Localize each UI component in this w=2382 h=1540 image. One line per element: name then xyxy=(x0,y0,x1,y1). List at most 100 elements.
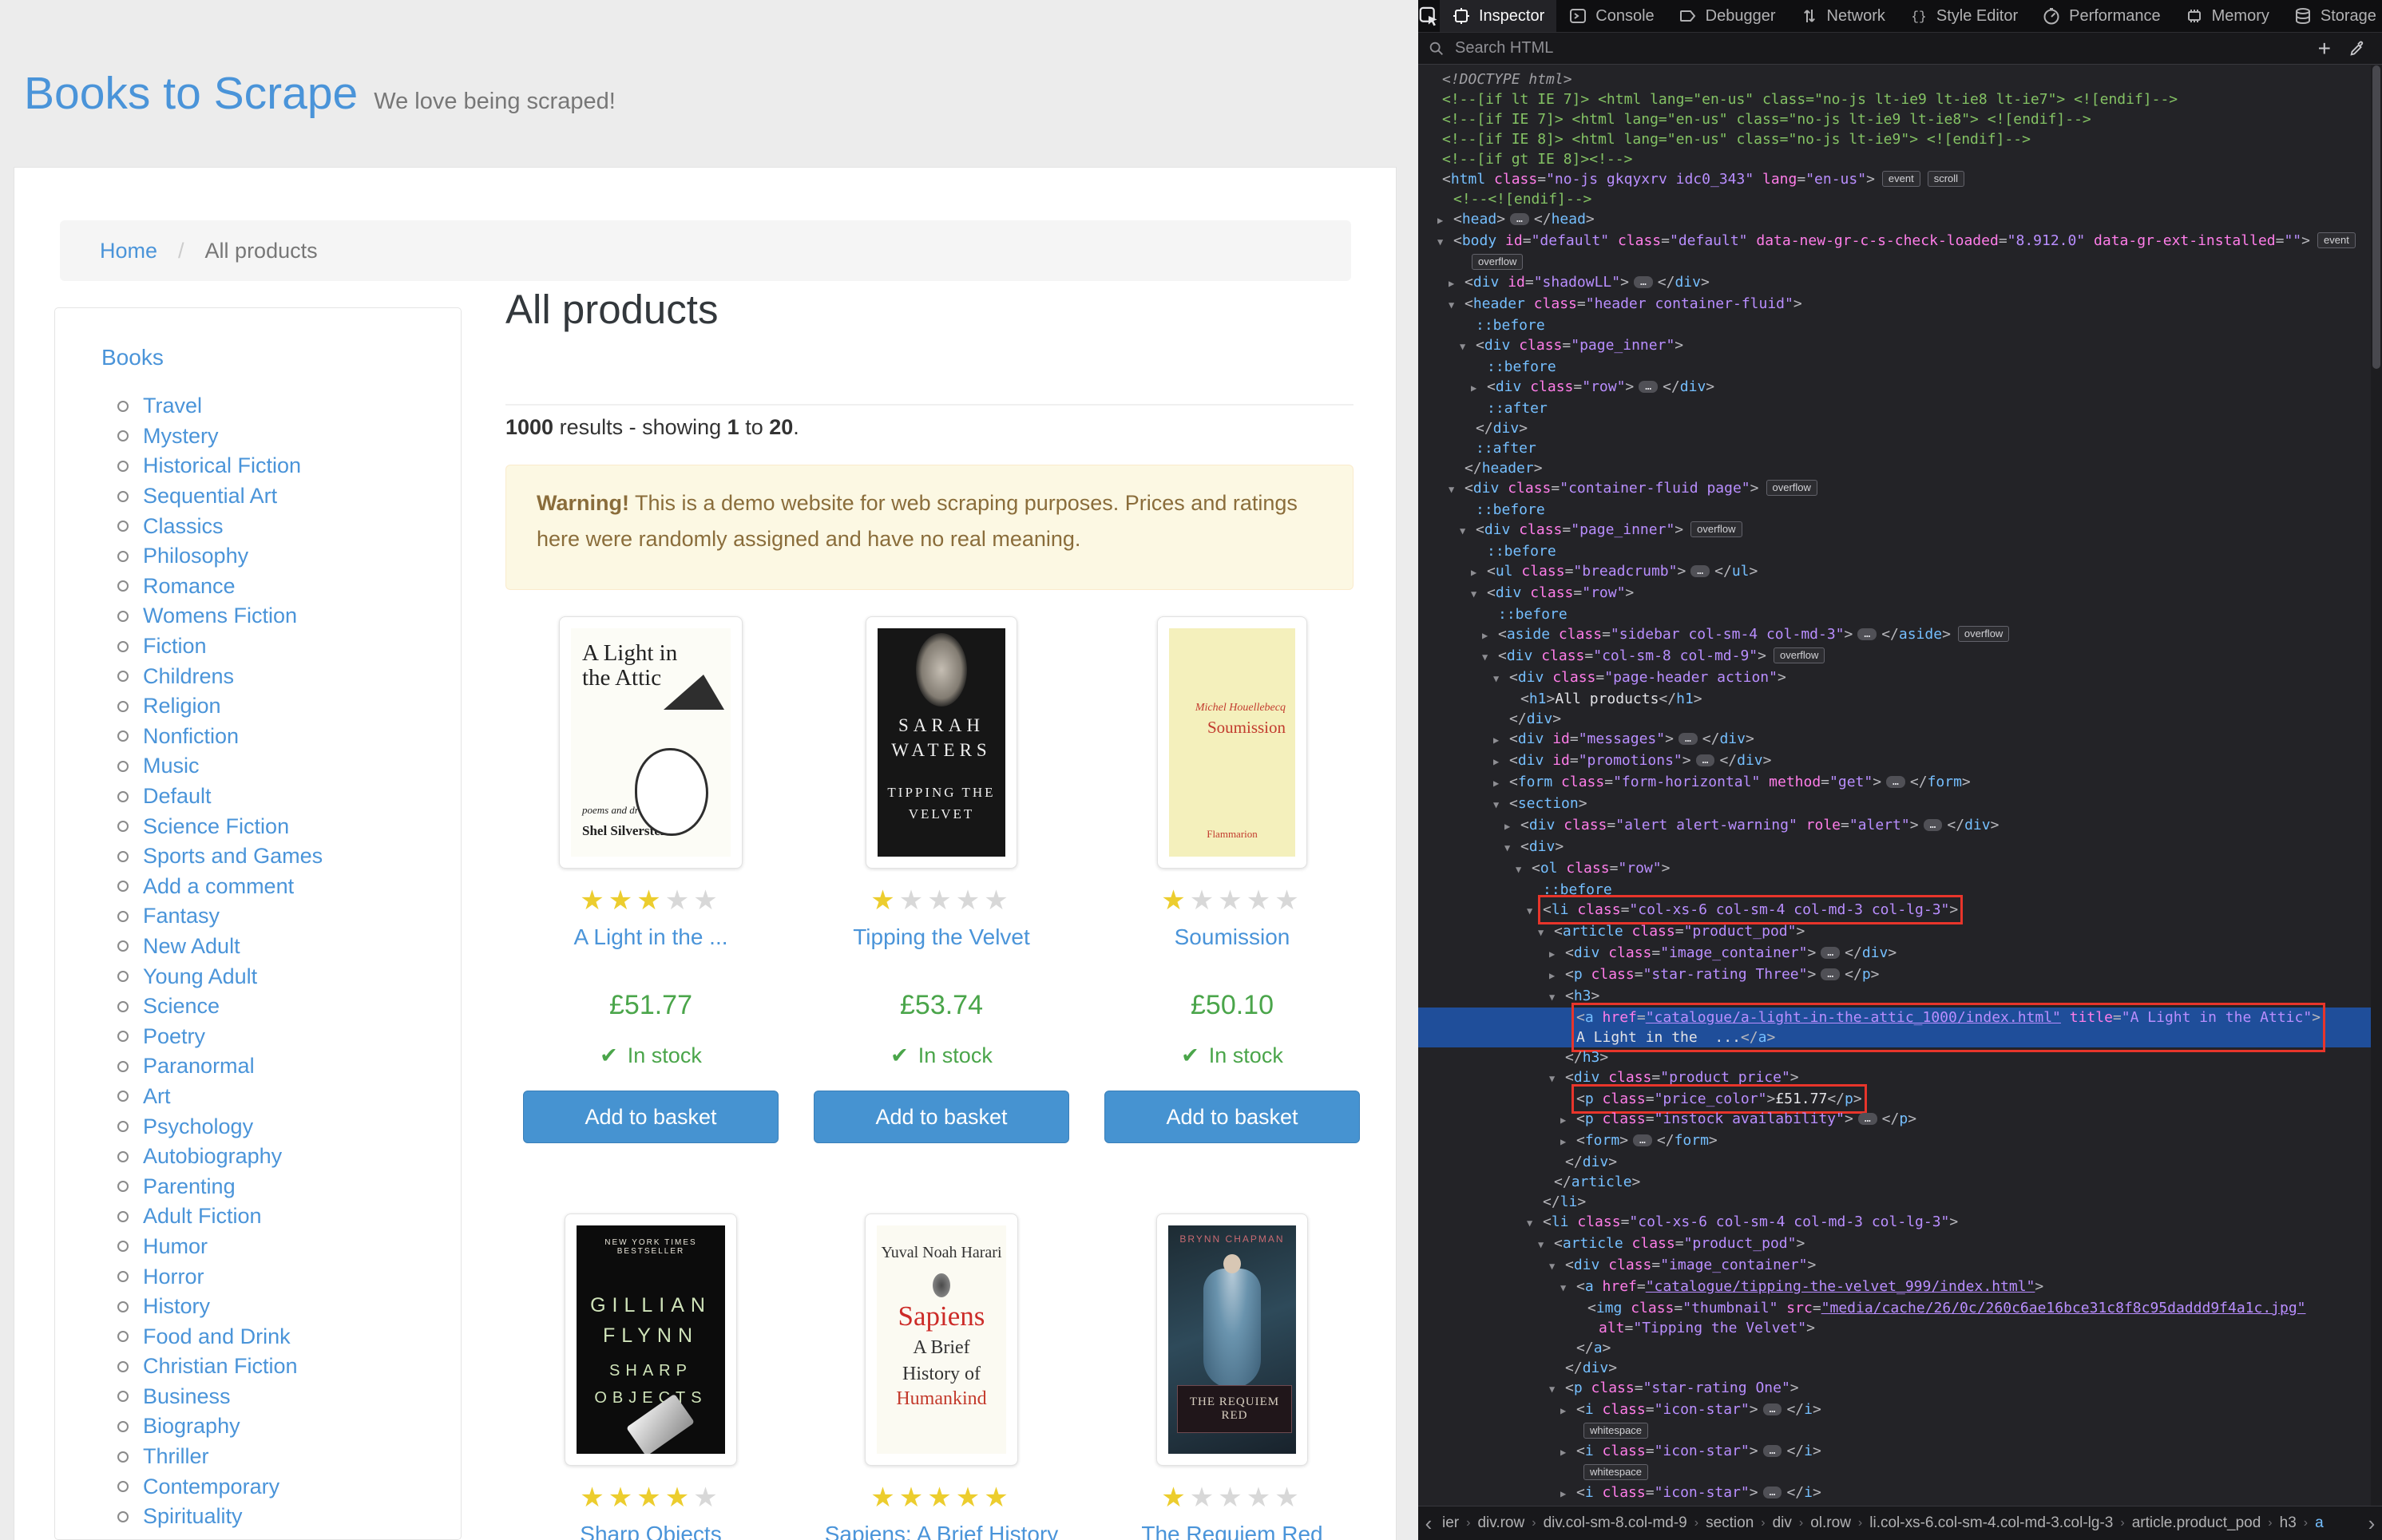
expand-ellipsis[interactable]: … xyxy=(1633,1134,1652,1146)
markup-line[interactable]: </div> xyxy=(1418,1152,2371,1172)
markup-line[interactable]: ▼<section> xyxy=(1418,794,2371,815)
markup-line[interactable]: ▶<i class="icon-star">…</i> xyxy=(1418,1399,2371,1421)
twisty-icon[interactable]: ▼ xyxy=(1437,232,1453,252)
twisty-icon[interactable]: ▶ xyxy=(1493,730,1509,750)
product-cover[interactable]: Michel HouellebecqSoumissionFlammarion xyxy=(1157,616,1307,869)
markup-line[interactable]: ▼<li class="col-xs-6 col-sm-4 col-md-3 c… xyxy=(1418,900,2371,921)
markup-line[interactable]: </article> xyxy=(1418,1172,2371,1192)
twisty-icon[interactable]: ▶ xyxy=(1493,774,1509,794)
twisty-icon[interactable]: ▶ xyxy=(1493,752,1509,772)
markup-line[interactable]: ▼<div class="page_inner">overflow xyxy=(1418,520,2371,541)
add-node-button[interactable]: + xyxy=(2309,36,2340,61)
twisty-icon[interactable]: ▶ xyxy=(1560,1110,1576,1130)
markup-line[interactable]: ▶<i class="icon-star">…</i> xyxy=(1418,1441,2371,1463)
twisty-icon[interactable]: ▼ xyxy=(1493,795,1509,815)
tab-performance[interactable]: Performance xyxy=(2030,0,2173,32)
twisty-icon[interactable]: ▼ xyxy=(1538,1235,1554,1255)
add-to-basket-button[interactable]: Add to basket xyxy=(523,1091,779,1143)
twisty-icon[interactable]: ▼ xyxy=(1471,584,1487,604)
expand-ellipsis[interactable]: … xyxy=(1858,1113,1877,1125)
twisty-icon[interactable]: ▼ xyxy=(1538,923,1554,943)
markup-line[interactable]: ▼<div class="image_container"> xyxy=(1418,1255,2371,1277)
markup-line[interactable]: ▶<aside class="sidebar col-sm-4 col-md-3… xyxy=(1418,624,2371,646)
markup-line[interactable]: ::before xyxy=(1418,315,2371,335)
markup-line[interactable]: ▶<div class="alert alert-warning" role="… xyxy=(1418,815,2371,837)
twisty-icon[interactable]: ▶ xyxy=(1560,1401,1576,1421)
crumb-item[interactable]: li.col-xs-6.col-sm-4.col-md-3.col-lg-3 xyxy=(1866,1514,2116,1532)
expand-ellipsis[interactable]: … xyxy=(1763,1403,1782,1415)
markup-line[interactable]: ▶<ul class="breadcrumb">…</ul> xyxy=(1418,561,2371,583)
markup-line[interactable]: <h1>All products</h1> xyxy=(1418,689,2371,709)
twisty-icon[interactable]: ▼ xyxy=(1460,337,1476,357)
product-cover[interactable]: A Light in the Atticpoems and drawings b… xyxy=(559,616,743,869)
tab-memory[interactable]: Memory xyxy=(2173,0,2281,32)
twisty-icon[interactable]: ▼ xyxy=(1549,1257,1565,1277)
expand-ellipsis[interactable]: … xyxy=(1634,276,1653,288)
expand-ellipsis[interactable]: … xyxy=(1857,628,1877,640)
markup-line[interactable]: ▶<div class="row">…</div> xyxy=(1418,377,2371,398)
markup-line[interactable]: alt="Tipping the Velvet"> xyxy=(1418,1318,2371,1338)
markup-line[interactable]: <!--[if lt IE 7]> <html lang="en-us" cla… xyxy=(1418,89,2371,109)
markup-line[interactable]: <p class="price_color">£51.77</p> xyxy=(1418,1089,2371,1109)
search-html-input[interactable] xyxy=(1453,38,2301,58)
markup-line[interactable]: ▶<p class="instock availability">…</p> xyxy=(1418,1109,2371,1130)
twisty-icon[interactable]: ▶ xyxy=(1560,1484,1576,1504)
markup-line[interactable]: </div> xyxy=(1418,709,2371,729)
product-title-link[interactable]: Tipping the Velvet xyxy=(796,924,1087,950)
markup-line[interactable]: ▼<article class="product_pod"> xyxy=(1418,921,2371,943)
markup-line[interactable]: ▶<div class="image_container">…</div> xyxy=(1418,943,2371,964)
twisty-icon[interactable]: ▶ xyxy=(1471,563,1487,583)
markup-line[interactable]: </header> xyxy=(1418,458,2371,478)
twisty-icon[interactable]: ▶ xyxy=(1437,211,1453,231)
expand-ellipsis[interactable]: … xyxy=(1886,776,1905,788)
twisty-icon[interactable]: ▶ xyxy=(1482,626,1498,646)
markup-line[interactable]: ▶<div id="shadowLL">…</div> xyxy=(1418,272,2371,294)
product-cover[interactable]: NEW YORK TIMES BESTSELLERGILLIAN FLYNNSH… xyxy=(565,1213,737,1466)
markup-line[interactable]: ▶<i class="icon-star">…</i> xyxy=(1418,1483,2371,1504)
crumb-item[interactable]: div.row xyxy=(1474,1514,1528,1532)
crumbs-scroll-left-icon[interactable]: ‹ xyxy=(1418,1511,1439,1536)
markup-line[interactable]: ▼<div class="page-header action"> xyxy=(1418,667,2371,689)
markup-line[interactable]: <!--[if gt IE 8]><!--> xyxy=(1418,149,2371,169)
markup-line[interactable]: <html class="no-js gkqyxrv idc0_343" lan… xyxy=(1418,169,2371,189)
markup-line[interactable]: <!--[if IE 7]> <html lang="en-us" class=… xyxy=(1418,109,2371,129)
markup-line[interactable]: ▼<div class="product_price"> xyxy=(1418,1067,2371,1089)
tab-inspector[interactable]: Inspector xyxy=(1440,0,1556,32)
twisty-icon[interactable]: ▼ xyxy=(1527,901,1543,921)
markup-line[interactable]: whitespace xyxy=(1418,1463,2371,1483)
expand-ellipsis[interactable]: … xyxy=(1821,947,1840,959)
markup-line[interactable]: ::before xyxy=(1418,541,2371,561)
markup-line[interactable]: ▶<div id="promotions">…</div> xyxy=(1418,750,2371,772)
twisty-icon[interactable]: ▼ xyxy=(1549,1069,1565,1089)
markup-line[interactable]: ▼<div class="col-sm-8 col-md-9">overflow xyxy=(1418,646,2371,667)
markup-line[interactable]: ▼<p class="star-rating One"> xyxy=(1418,1378,2371,1399)
twisty-icon[interactable]: ▶ xyxy=(1504,817,1520,837)
product-title-link[interactable]: Sharp Objects xyxy=(505,1522,796,1540)
crumbs-scroll-right-icon[interactable]: › xyxy=(2361,1511,2382,1536)
twisty-icon[interactable]: ▶ xyxy=(1560,1443,1576,1463)
twisty-icon[interactable]: ▼ xyxy=(1493,669,1509,689)
markup-line[interactable]: <!--[if IE 8]> <html lang="en-us" class=… xyxy=(1418,129,2371,149)
tab-storage[interactable]: Storage xyxy=(2281,0,2382,32)
markup-line[interactable]: <a href="catalogue/a-light-in-the-attic_… xyxy=(1418,1008,2371,1047)
crumb-item[interactable]: ol.row xyxy=(1807,1514,1854,1532)
markup-line[interactable]: ▶<div id="messages">…</div> xyxy=(1418,729,2371,750)
twisty-icon[interactable]: ▼ xyxy=(1560,1278,1576,1298)
brand-link[interactable]: Books to Scrape xyxy=(24,67,358,120)
twisty-icon[interactable]: ▼ xyxy=(1504,838,1520,858)
twisty-icon[interactable]: ▶ xyxy=(1549,944,1565,964)
tab-debugger[interactable]: Debugger xyxy=(1667,0,1788,32)
twisty-icon[interactable]: ▼ xyxy=(1549,988,1565,1008)
markup-line[interactable]: ▼<div class="container-fluid page">overf… xyxy=(1418,478,2371,500)
scrollbar-thumb[interactable] xyxy=(2372,65,2380,369)
markup-line[interactable]: ▶<head>…</head> xyxy=(1418,209,2371,231)
crumb-item[interactable]: div.col-sm-8.col-md-9 xyxy=(1540,1514,1690,1532)
product-title-link[interactable]: Soumission xyxy=(1087,924,1377,950)
markup-line[interactable]: ::before xyxy=(1418,880,2371,900)
markup-line[interactable]: whitespace xyxy=(1418,1421,2371,1441)
add-to-basket-button[interactable]: Add to basket xyxy=(814,1091,1069,1143)
expand-ellipsis[interactable]: … xyxy=(1924,819,1943,831)
twisty-icon[interactable]: ▼ xyxy=(1449,480,1464,500)
markup-line[interactable]: ▶<p class="star-rating Three">…</p> xyxy=(1418,964,2371,986)
crumb-item[interactable]: h3 xyxy=(2277,1514,2300,1532)
